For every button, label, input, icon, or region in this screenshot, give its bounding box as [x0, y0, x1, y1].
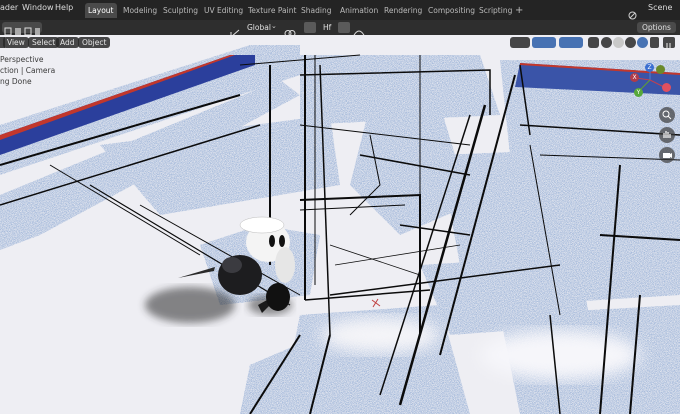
view-collection-label: ction | Camera — [0, 66, 56, 75]
menu-render[interactable]: ader — [0, 3, 18, 12]
gizmo-neg-x-axis[interactable] — [662, 83, 671, 92]
top-menu-bar: ader Window Help Layout Modeling Sculpti… — [0, 0, 680, 20]
gizmo-toggle-icon[interactable] — [532, 37, 556, 48]
tab-texture-paint[interactable]: Texture Paint — [245, 3, 299, 18]
pan-hand-icon[interactable] — [659, 127, 675, 143]
sidebar-toggle-icon[interactable] — [663, 37, 675, 50]
tab-modeling[interactable]: Modeling — [120, 3, 160, 18]
menu-add[interactable]: Add — [56, 37, 79, 48]
gizmo-z-axis[interactable]: Z — [645, 63, 654, 72]
tab-uv-editing[interactable]: UV Editing — [201, 3, 246, 18]
menu-window[interactable]: Window — [22, 3, 54, 12]
shading-options-chevron-icon[interactable] — [650, 37, 659, 48]
shading-material-icon[interactable] — [625, 37, 636, 48]
add-workspace-button[interactable]: + — [512, 3, 526, 18]
gizmo-y-axis[interactable]: Y — [634, 88, 643, 97]
shading-rendered-icon[interactable] — [637, 37, 648, 48]
xray-toggle-icon[interactable] — [588, 37, 599, 48]
shading-solid-icon[interactable] — [613, 37, 624, 48]
zoom-icon[interactable] — [659, 107, 675, 123]
visibility-icon[interactable] — [510, 37, 530, 48]
gizmo-neg-y-axis[interactable] — [656, 65, 665, 74]
select-box-tool-icons[interactable] — [2, 22, 42, 36]
tab-rendering[interactable]: Rendering — [381, 3, 425, 18]
viewport-render — [0, 35, 680, 414]
tab-sculpting[interactable]: Sculpting — [160, 3, 201, 18]
camera-view-icon[interactable] — [659, 147, 675, 163]
tool-header: Global ⌄ Hf Options — [0, 20, 680, 38]
proportional-edit-icon[interactable] — [338, 22, 350, 33]
snap-icon[interactable] — [304, 22, 316, 33]
view-perspective-label: Perspective — [0, 55, 44, 64]
tab-shading[interactable]: Shading — [298, 3, 334, 18]
shading-wireframe-icon[interactable] — [601, 37, 612, 48]
gizmo-x-axis[interactable]: X — [630, 73, 639, 82]
render-status-label: ng Done — [0, 77, 32, 86]
tab-compositing[interactable]: Compositing — [425, 3, 478, 18]
menu-select[interactable]: Select — [28, 37, 60, 48]
options-dropdown[interactable]: Options — [637, 22, 676, 33]
tab-layout[interactable]: Layout — [85, 3, 117, 18]
viewport-header: View Select Add Object — [0, 35, 680, 50]
menu-object[interactable]: Object — [78, 37, 111, 48]
3d-viewport[interactable]: Perspective ction | Camera ng Done Z X Y — [0, 35, 680, 414]
snap-target-dropdown[interactable]: Hf — [318, 22, 336, 33]
scene-icon[interactable] — [628, 5, 637, 20]
chevron-down-icon: ⌄ — [271, 22, 277, 30]
overlays-toggle-icon[interactable] — [559, 37, 583, 48]
navigation-gizmo[interactable]: Z X Y — [628, 60, 672, 100]
menu-view[interactable]: View — [3, 37, 29, 48]
tab-scripting[interactable]: Scripting — [476, 3, 515, 18]
menu-help[interactable]: Help — [55, 3, 73, 12]
scene-name[interactable]: Scene — [648, 3, 672, 12]
tab-animation[interactable]: Animation — [337, 3, 381, 18]
